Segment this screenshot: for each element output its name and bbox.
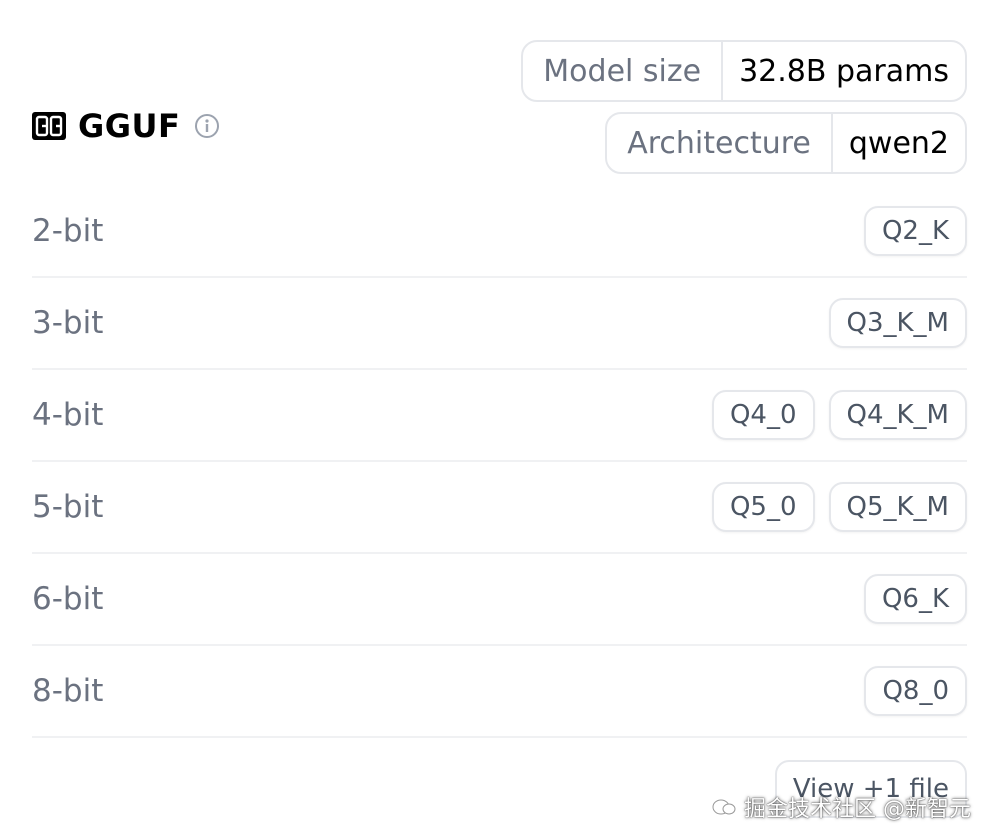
architecture-label: Architecture xyxy=(607,114,833,172)
model-size-pill: Model size 32.8B params xyxy=(521,40,967,102)
architecture-pill: Architecture qwen2 xyxy=(605,112,967,174)
quant-tag-q5-k-m[interactable]: Q5_K_M xyxy=(828,482,967,532)
quant-row-8bit: 8-bit Q8_0 xyxy=(32,646,967,738)
bit-label: 8-bit xyxy=(32,673,104,709)
quant-tag-q8-0[interactable]: Q8_0 xyxy=(864,666,967,716)
bit-label: 2-bit xyxy=(32,213,104,249)
quant-tags: Q5_0 Q5_K_M xyxy=(711,482,967,532)
quantization-list: 2-bit Q2_K 3-bit Q3_K_M 4-bit Q4_0 Q4_K_… xyxy=(32,186,967,738)
bit-label: 6-bit xyxy=(32,581,104,617)
architecture-value: qwen2 xyxy=(848,125,949,161)
quant-tag-q4-0[interactable]: Q4_0 xyxy=(711,390,815,440)
model-meta: Model size 32.8B params Architecture qwe… xyxy=(521,40,967,174)
quant-tag-q2-k[interactable]: Q2_K xyxy=(863,206,967,256)
quant-tag-q4-k-m[interactable]: Q4_K_M xyxy=(828,390,967,440)
watermark: 掘金技术社区 @新智元 xyxy=(712,791,971,823)
info-icon[interactable] xyxy=(194,113,220,139)
quant-row-5bit: 5-bit Q5_0 Q5_K_M xyxy=(32,462,967,554)
watermark-logo-icon xyxy=(712,799,736,815)
quant-row-2bit: 2-bit Q2_K xyxy=(32,186,967,278)
quant-tag-q6-k[interactable]: Q6_K xyxy=(863,574,967,624)
quant-tag-q5-0[interactable]: Q5_0 xyxy=(711,482,815,532)
bit-label: 4-bit xyxy=(32,397,104,433)
quant-tags: Q8_0 xyxy=(864,666,967,716)
quant-row-3bit: 3-bit Q3_K_M xyxy=(32,278,967,370)
bit-label: 3-bit xyxy=(32,305,104,341)
quant-row-4bit: 4-bit Q4_0 Q4_K_M xyxy=(32,370,967,462)
gguf-quantization-panel: GGUF Model size 32.8B params Architectur… xyxy=(0,0,997,839)
quant-tags: Q4_0 Q4_K_M xyxy=(711,390,967,440)
quant-tags: Q3_K_M xyxy=(828,298,967,348)
watermark-text: 掘金技术社区 @新智元 xyxy=(744,797,971,822)
panel-header: GGUF Model size 32.8B params Architectur… xyxy=(32,40,967,174)
quant-tags: Q2_K xyxy=(863,206,967,256)
bit-label: 5-bit xyxy=(32,489,104,525)
quant-row-6bit: 6-bit Q6_K xyxy=(32,554,967,646)
gguf-logo-icon xyxy=(32,112,66,140)
quant-tag-q3-k-m[interactable]: Q3_K_M xyxy=(828,298,967,348)
page-title: GGUF xyxy=(78,107,181,145)
model-size-label: Model size xyxy=(523,42,724,100)
title-group: GGUF xyxy=(32,107,220,145)
quant-tags: Q6_K xyxy=(863,574,967,624)
model-size-value: 32.8B params xyxy=(739,53,949,89)
